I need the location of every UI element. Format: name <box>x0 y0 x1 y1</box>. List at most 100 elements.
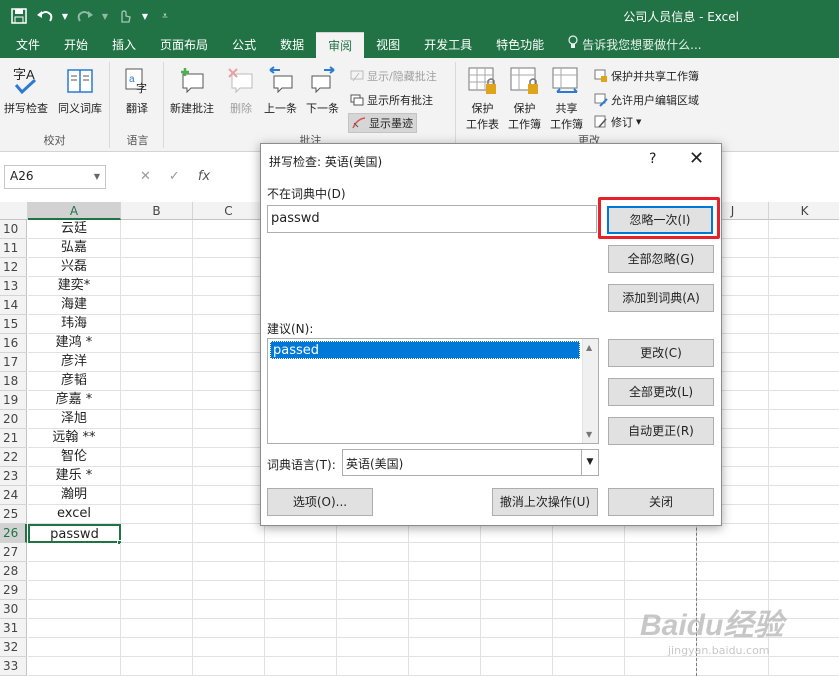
cell[interactable] <box>121 410 193 429</box>
cell[interactable] <box>121 277 193 296</box>
tab-file[interactable]: 文件 <box>4 32 52 58</box>
protect-share-button[interactable]: 保护并共享工作簿 <box>594 68 699 84</box>
row-header[interactable]: 21 <box>0 429 27 448</box>
row-header[interactable]: 22 <box>0 448 27 467</box>
cell[interactable] <box>265 619 337 638</box>
options-button[interactable]: 选项(O)... <box>267 488 373 516</box>
cell[interactable] <box>769 220 839 239</box>
cell[interactable] <box>409 581 481 600</box>
cell-a[interactable]: 瀚明 <box>28 486 121 505</box>
share-workbook-button[interactable]: 共享 工作簿 <box>550 66 583 132</box>
cell[interactable] <box>337 638 409 657</box>
cell[interactable] <box>121 391 193 410</box>
cell[interactable] <box>121 619 193 638</box>
cell-a[interactable]: 智伦 <box>28 448 121 467</box>
next-comment-button[interactable]: 下一条 <box>306 66 339 116</box>
cell[interactable] <box>193 410 265 429</box>
cell-a[interactable]: 云廷 <box>28 220 121 239</box>
cell[interactable] <box>481 638 553 657</box>
tab-developer[interactable]: 开发工具 <box>412 32 484 58</box>
cell[interactable] <box>121 505 193 524</box>
allow-edit-ranges-button[interactable]: 允许用户编辑区域 <box>594 92 699 108</box>
cell[interactable] <box>769 429 839 448</box>
row-header[interactable]: 28 <box>0 562 27 581</box>
cell[interactable] <box>193 239 265 258</box>
undo-icon[interactable] <box>34 5 56 27</box>
cell[interactable] <box>481 543 553 562</box>
tab-review[interactable]: 审阅 <box>316 32 365 58</box>
cell[interactable] <box>769 410 839 429</box>
cell[interactable] <box>121 353 193 372</box>
cell[interactable] <box>769 334 839 353</box>
change-all-button[interactable]: 全部更改(L) <box>608 378 714 406</box>
row-header[interactable]: 12 <box>0 258 27 277</box>
cell-a[interactable]: 彦韬 <box>28 372 121 391</box>
cell[interactable] <box>769 581 839 600</box>
cell-a[interactable] <box>28 619 121 638</box>
close-button[interactable]: 关闭 <box>608 488 714 516</box>
cell[interactable] <box>625 524 697 543</box>
cell-a[interactable]: 玮海 <box>28 315 121 334</box>
row-header[interactable]: 10 <box>0 220 27 239</box>
cell[interactable] <box>625 581 697 600</box>
help-button[interactable]: ? <box>649 151 656 167</box>
cell[interactable] <box>409 638 481 657</box>
not-in-dictionary-field[interactable]: passwd <box>267 205 597 233</box>
cell[interactable] <box>193 505 265 524</box>
show-ink-button[interactable]: 显示墨迹 <box>348 113 417 133</box>
cell[interactable] <box>769 524 839 543</box>
tab-page-layout[interactable]: 页面布局 <box>148 32 220 58</box>
cell[interactable] <box>481 562 553 581</box>
cell[interactable] <box>193 638 265 657</box>
cell[interactable] <box>337 543 409 562</box>
cell[interactable] <box>193 220 265 239</box>
cell[interactable] <box>625 562 697 581</box>
cell-a[interactable] <box>28 657 121 676</box>
row-header[interactable]: 29 <box>0 581 27 600</box>
cell[interactable] <box>121 296 193 315</box>
scroll-up-icon[interactable]: ▲ <box>586 343 592 352</box>
cell[interactable] <box>265 562 337 581</box>
cell[interactable] <box>481 524 553 543</box>
dictionary-language-select[interactable]: 英语(美国) ▼ <box>342 449 599 476</box>
cell[interactable] <box>481 581 553 600</box>
cell[interactable] <box>193 353 265 372</box>
cell[interactable] <box>409 524 481 543</box>
cell[interactable] <box>697 562 769 581</box>
show-all-comments-button[interactable]: 显示所有批注 <box>350 92 433 108</box>
row-header[interactable]: 20 <box>0 410 27 429</box>
row-header[interactable]: 30 <box>0 600 27 619</box>
cell[interactable] <box>193 543 265 562</box>
cell[interactable] <box>193 467 265 486</box>
cell[interactable] <box>121 486 193 505</box>
cell[interactable] <box>625 657 697 676</box>
column-header-c[interactable]: C <box>193 202 265 220</box>
cell[interactable] <box>553 562 625 581</box>
track-changes-button[interactable]: 修订 ▼ <box>594 114 641 130</box>
autocorrect-button[interactable]: 自动更正(R) <box>608 417 714 445</box>
cell[interactable] <box>121 543 193 562</box>
row-header[interactable]: 16 <box>0 334 27 353</box>
cell[interactable] <box>265 600 337 619</box>
cell[interactable] <box>337 562 409 581</box>
cell[interactable] <box>265 657 337 676</box>
cell[interactable] <box>265 524 337 543</box>
cell[interactable] <box>193 391 265 410</box>
cell[interactable] <box>769 448 839 467</box>
cell[interactable] <box>769 296 839 315</box>
cell-a[interactable] <box>28 543 121 562</box>
protect-workbook-button[interactable]: 保护 工作簿 <box>508 66 541 132</box>
cell[interactable] <box>769 353 839 372</box>
new-comment-button[interactable]: 新建批注 <box>170 66 214 116</box>
cell[interactable] <box>553 638 625 657</box>
scroll-down-icon[interactable]: ▼ <box>586 430 592 439</box>
suggestions-scrollbar[interactable]: ▲ ▼ <box>582 339 598 443</box>
cell[interactable] <box>121 657 193 676</box>
cell-a[interactable]: 远翰 ** <box>28 429 121 448</box>
cell-a[interactable]: 彦嘉 * <box>28 391 121 410</box>
cell[interactable] <box>553 657 625 676</box>
cell[interactable] <box>121 429 193 448</box>
cell-a[interactable]: 建奕* <box>28 277 121 296</box>
cell[interactable] <box>481 657 553 676</box>
active-cell[interactable]: passwd <box>28 524 121 543</box>
